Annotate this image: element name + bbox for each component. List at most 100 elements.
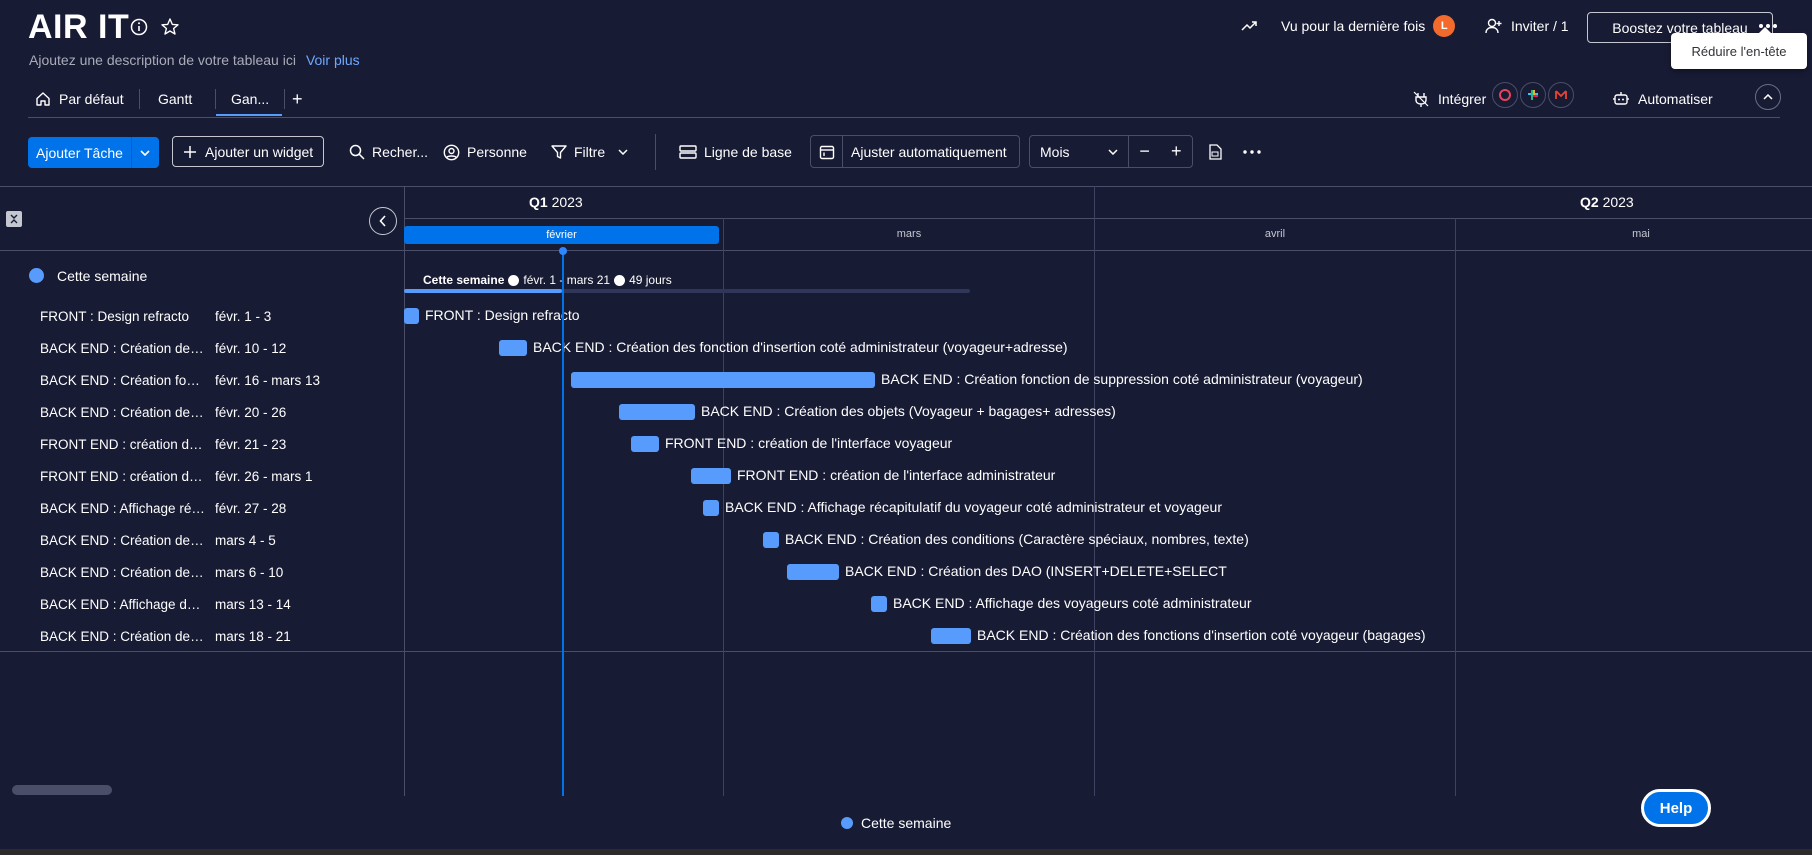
last-seen-label: Vu pour la dernière fois (1281, 18, 1426, 34)
task-name: BACK END : Création des fonctions d'inse… (40, 628, 207, 644)
task-row[interactable]: FRONT END : création de l'interface admi… (0, 460, 404, 492)
today-marker (559, 247, 567, 255)
collapse-header-button[interactable] (1755, 84, 1781, 110)
board-description[interactable]: Ajoutez une description de votre tableau… (29, 52, 360, 68)
tab-gantt[interactable]: Gantt (158, 86, 192, 112)
quarter-q2-label: Q2 (1580, 194, 1599, 210)
scroll-left-button[interactable] (369, 207, 397, 235)
horizontal-scrollbar[interactable] (12, 785, 112, 795)
task-dates: févr. 20 - 26 (215, 404, 287, 420)
task-bar[interactable] (404, 308, 419, 324)
invite-button[interactable]: Inviter / 1 (1485, 14, 1569, 38)
legend-label: Cette semaine (861, 815, 952, 831)
task-bar-label: BACK END : Création fonction de suppress… (881, 371, 1363, 387)
toolbar-more-icon[interactable] (1243, 140, 1261, 164)
baseline-icon (679, 145, 697, 159)
zoom-out-button[interactable]: − (1129, 136, 1161, 167)
task-bar[interactable] (571, 372, 875, 388)
zoom-select[interactable]: Mois (1030, 136, 1129, 167)
task-row[interactable]: BACK END : Création des DAO (INSERT+DELE… (0, 556, 404, 588)
task-dates: févr. 26 - mars 1 (215, 468, 313, 484)
task-row[interactable]: BACK END : Création des objets (Voyageur… (0, 396, 404, 428)
task-bar-label: FRONT END : création de l'interface admi… (737, 467, 1056, 483)
search-icon (349, 144, 365, 160)
person-label: Personne (467, 144, 527, 160)
automate-button[interactable]: Automatiser (1612, 86, 1713, 112)
group-color-dot[interactable] (29, 268, 44, 283)
task-bar-label: BACK END : Affichage récapitulatif du vo… (725, 499, 1223, 515)
board-title[interactable]: AIR IT (28, 8, 129, 47)
collapse-header-tooltip: Réduire l'en-tête (1671, 27, 1807, 69)
activity-icon[interactable] (1240, 14, 1258, 38)
search-button[interactable]: Recher... (349, 140, 428, 164)
task-row[interactable]: BACK END : Création des conditions (Cara… (0, 524, 404, 556)
add-widget-button[interactable]: Ajouter un widget (172, 136, 325, 167)
task-bar[interactable] (499, 340, 527, 356)
zoom-in-button[interactable]: + (1160, 136, 1192, 167)
star-icon[interactable] (159, 16, 181, 38)
chevron-down-icon (618, 149, 628, 155)
quarter-q1-label: Q1 (529, 194, 548, 210)
add-view-button[interactable]: + (292, 86, 303, 112)
info-icon[interactable] (128, 16, 150, 38)
task-row[interactable]: FRONT END : création de l'interface voya… (0, 428, 404, 460)
task-row[interactable]: BACK END : Création des fonction d'inser… (0, 332, 404, 364)
chevron-down-icon[interactable] (130, 137, 159, 168)
zoom-value: Mois (1040, 143, 1070, 160)
quarter-q2: Q2 2023 (1580, 194, 1634, 210)
zoom-control[interactable]: Mois − + (1029, 135, 1193, 168)
task-dates: mars 13 - 14 (215, 596, 291, 612)
chevron-up-icon (1763, 94, 1773, 100)
add-task-button[interactable]: Ajouter Tâche (28, 137, 159, 168)
task-bar[interactable] (619, 404, 695, 420)
app-icon-1 (1492, 82, 1518, 108)
task-name: FRONT END : création de l'interface voya… (40, 436, 207, 452)
baseline-label: Ligne de base (704, 144, 792, 160)
slack-icon (1520, 82, 1546, 108)
task-name: BACK END : Création fonction de suppress… (40, 372, 207, 388)
chevron-left-icon (379, 215, 386, 227)
task-bar[interactable] (691, 468, 731, 484)
person-filter-button[interactable]: Personne (443, 140, 527, 164)
month-march: mars (896, 228, 922, 240)
last-seen-button[interactable]: Vu pour la dernière fois L (1281, 14, 1456, 38)
task-row[interactable]: FRONT : Design refracto févr. 1 - 3 (0, 300, 404, 332)
autofit-button[interactable]: Ajuster automatiquement (810, 135, 1020, 168)
plus-icon (184, 145, 196, 158)
bottom-strip (0, 849, 1812, 855)
chevron-down-icon (1108, 148, 1118, 155)
export-icon[interactable] (1208, 140, 1222, 164)
help-button[interactable]: Help (1641, 789, 1711, 827)
task-bar[interactable] (931, 628, 971, 644)
filter-button[interactable]: Filtre (551, 140, 628, 164)
integrate-button[interactable]: Intégrer (1412, 86, 1486, 112)
quarter-q2-year: 2023 (1602, 194, 1634, 210)
task-row[interactable]: BACK END : Affichage des voyageurs coté … (0, 588, 404, 620)
group-name[interactable]: Cette semaine (57, 268, 147, 284)
task-dates: févr. 21 - 23 (215, 436, 287, 452)
integration-apps[interactable] (1492, 82, 1574, 108)
automate-label: Automatiser (1638, 91, 1713, 107)
task-bar[interactable] (763, 532, 779, 548)
task-row[interactable]: BACK END : Création des fonctions d'inse… (0, 620, 404, 652)
filter-icon (551, 145, 567, 159)
task-row[interactable]: BACK END : Création fonction de suppress… (0, 364, 404, 396)
task-bar[interactable] (631, 436, 659, 452)
plug-icon (1413, 91, 1429, 107)
add-task-label: Ajouter Tâche (28, 137, 131, 168)
tab-gantt-active[interactable]: Gan... (231, 86, 269, 112)
task-bar[interactable] (871, 596, 887, 612)
task-bar[interactable] (787, 564, 839, 580)
see-more-link[interactable]: Voir plus (306, 52, 360, 68)
task-bar-label: BACK END : Création des conditions (Cara… (785, 531, 1249, 547)
task-bar-label: BACK END : Création des DAO (INSERT+DELE… (845, 563, 1227, 579)
add-user-icon (1485, 18, 1502, 34)
tab-default[interactable]: Par défaut (35, 86, 124, 112)
task-row[interactable]: BACK END : Affichage récapitulatif du vo… (0, 492, 404, 524)
dot-icon (614, 274, 626, 286)
baseline-button[interactable]: Ligne de base (679, 140, 792, 164)
task-dates: mars 6 - 10 (215, 564, 284, 580)
filter-label: Filtre (574, 144, 606, 160)
collapse-all-icon[interactable] (6, 211, 22, 227)
task-bar[interactable] (703, 500, 719, 516)
